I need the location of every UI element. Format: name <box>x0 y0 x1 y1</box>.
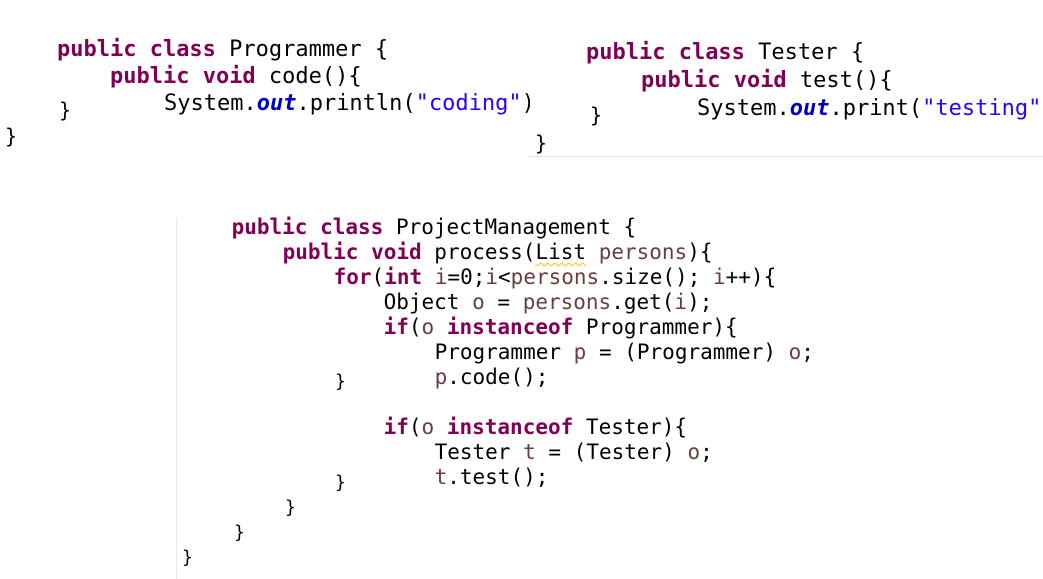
string-literal: "coding" <box>415 91 522 116</box>
tester-code-panel: public class Tester { public void test()… <box>530 8 1043 158</box>
code-line: System.out.print("testing"); <box>644 76 1043 142</box>
code-text: System. <box>163 91 257 116</box>
closing-brace: } <box>335 371 346 392</box>
code-text: ; <box>700 440 713 464</box>
panel-divider <box>530 156 1043 157</box>
local-variable: i <box>712 265 726 289</box>
string-literal: "testing" <box>922 96 1042 121</box>
closing-brace: } <box>234 522 245 543</box>
closing-brace: } <box>59 98 72 122</box>
code-text: ++){ <box>725 265 777 289</box>
local-variable: o <box>788 340 802 364</box>
code-text: = (Tester) <box>535 440 688 464</box>
code-text: .println( <box>296 91 416 116</box>
closing-brace: } <box>285 497 296 518</box>
code-line: t.test(); <box>384 446 549 509</box>
local-variable: p <box>573 340 587 364</box>
static-field: out <box>789 96 830 121</box>
code-text: = (Programmer) <box>586 340 789 364</box>
closing-brace: } <box>182 547 193 568</box>
static-field: out <box>256 91 297 116</box>
code-line: System.out.println("coding"); <box>111 71 548 137</box>
code-text: .code(); <box>447 365 549 389</box>
closing-brace: } <box>535 131 548 155</box>
closing-brace: } <box>335 472 346 493</box>
programmer-code-panel: public class Programmer { public void co… <box>0 0 548 160</box>
local-variable: t <box>434 465 448 489</box>
code-text: ; <box>801 340 814 364</box>
editor-left-edge <box>176 218 177 579</box>
local-variable: p <box>434 365 448 389</box>
project-management-code-panel: public class ProjectManagement { public … <box>176 188 814 579</box>
closing-brace: } <box>590 103 603 127</box>
local-variable: o <box>687 440 701 464</box>
code-text: .test(); <box>447 465 549 489</box>
closing-brace: } <box>5 124 18 148</box>
code-text: System. <box>696 96 790 121</box>
code-text: .print( <box>829 96 923 121</box>
